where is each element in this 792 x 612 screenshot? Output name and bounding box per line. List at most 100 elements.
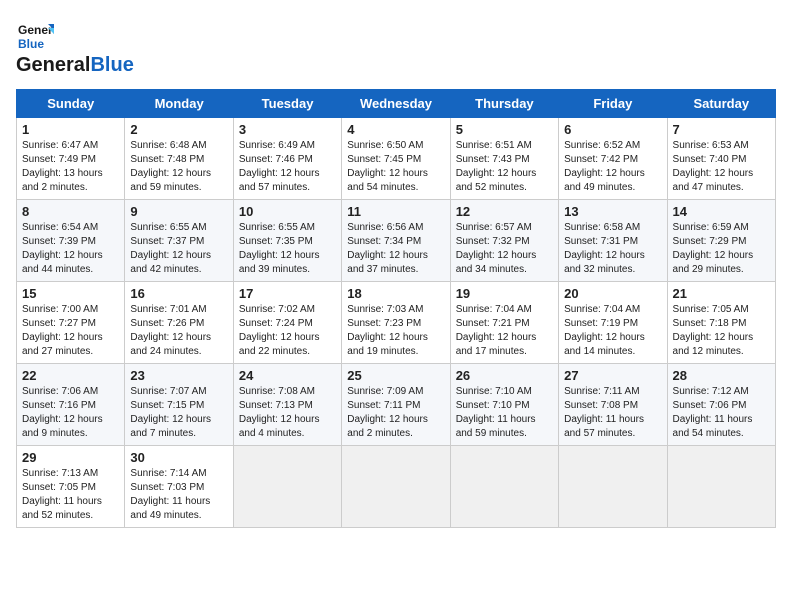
day-number: 29	[22, 450, 119, 465]
calendar-cell: 25Sunrise: 7:09 AMSunset: 7:11 PMDayligh…	[342, 364, 450, 446]
day-of-week-header: Monday	[125, 90, 233, 118]
day-of-week-header: Sunday	[17, 90, 125, 118]
cell-content: Sunrise: 7:05 AMSunset: 7:18 PMDaylight:…	[673, 303, 770, 359]
cell-content: Sunrise: 6:58 AMSunset: 7:31 PMDaylight:…	[564, 221, 661, 277]
cell-content: Sunrise: 6:55 AMSunset: 7:37 PMDaylight:…	[130, 221, 227, 277]
day-number: 26	[456, 368, 553, 383]
cell-content: Sunrise: 6:52 AMSunset: 7:42 PMDaylight:…	[564, 139, 661, 195]
calendar-cell	[667, 446, 775, 528]
day-number: 7	[673, 122, 770, 137]
calendar-cell: 1 Sunrise: 6:47 AMSunset: 7:49 PMDaylight…	[17, 118, 125, 200]
cell-content: Sunrise: 7:14 AMSunset: 7:03 PMDaylight:…	[130, 467, 227, 523]
cell-content: Sunrise: 7:01 AMSunset: 7:26 PMDaylight:…	[130, 303, 227, 359]
day-number: 25	[347, 368, 444, 383]
cell-content: Sunrise: 6:49 AMSunset: 7:46 PMDaylight:…	[239, 139, 336, 195]
day-number: 17	[239, 286, 336, 301]
calendar-cell: 12 Sunrise: 6:57 AMSunset: 7:32 PMDayligh…	[450, 200, 558, 282]
cell-content: Sunrise: 7:04 AMSunset: 7:19 PMDaylight:…	[564, 303, 661, 359]
day-number: 3	[239, 122, 336, 137]
calendar-cell: 20 Sunrise: 7:04 AMSunset: 7:19 PMDayligh…	[559, 282, 667, 364]
cell-content: Sunrise: 6:57 AMSunset: 7:32 PMDaylight:…	[456, 221, 553, 277]
calendar-cell: 28Sunrise: 7:12 AMSunset: 7:06 PMDayligh…	[667, 364, 775, 446]
calendar-cell	[233, 446, 341, 528]
logo: General Blue General Blue	[16, 16, 134, 77]
day-number: 9	[130, 204, 227, 219]
calendar-cell: 16 Sunrise: 7:01 AMSunset: 7:26 PMDayligh…	[125, 282, 233, 364]
cell-content: Sunrise: 7:00 AMSunset: 7:27 PMDaylight:…	[22, 303, 119, 359]
cell-content: Sunrise: 7:10 AMSunset: 7:10 PMDaylight:…	[456, 385, 553, 441]
day-of-week-header: Friday	[559, 90, 667, 118]
cell-content: Sunrise: 7:03 AMSunset: 7:23 PMDaylight:…	[347, 303, 444, 359]
calendar-cell: 15 Sunrise: 7:00 AMSunset: 7:27 PMDayligh…	[17, 282, 125, 364]
logo-icon: General Blue	[16, 16, 54, 54]
header: General Blue General Blue	[16, 16, 776, 77]
calendar-cell	[450, 446, 558, 528]
cell-content: Sunrise: 7:08 AMSunset: 7:13 PMDaylight:…	[239, 385, 336, 441]
cell-content: Sunrise: 6:55 AMSunset: 7:35 PMDaylight:…	[239, 221, 336, 277]
calendar-cell: 21 Sunrise: 7:05 AMSunset: 7:18 PMDayligh…	[667, 282, 775, 364]
day-number: 23	[130, 368, 227, 383]
day-number: 27	[564, 368, 661, 383]
calendar-cell: 26 Sunrise: 7:10 AMSunset: 7:10 PMDayligh…	[450, 364, 558, 446]
cell-content: Sunrise: 6:48 AMSunset: 7:48 PMDaylight:…	[130, 139, 227, 195]
day-number: 2	[130, 122, 227, 137]
cell-content: Sunrise: 6:47 AMSunset: 7:49 PMDaylight:…	[22, 139, 119, 195]
calendar-week-row: 22Sunrise: 7:06 AMSunset: 7:16 PMDayligh…	[17, 364, 776, 446]
cell-content: Sunrise: 6:51 AMSunset: 7:43 PMDaylight:…	[456, 139, 553, 195]
calendar-body: 1 Sunrise: 6:47 AMSunset: 7:49 PMDaylight…	[17, 118, 776, 528]
logo-blue: Blue	[90, 54, 133, 77]
day-number: 10	[239, 204, 336, 219]
calendar-cell: 22Sunrise: 7:06 AMSunset: 7:16 PMDayligh…	[17, 364, 125, 446]
calendar-table: SundayMondayTuesdayWednesdayThursdayFrid…	[16, 89, 776, 528]
day-number: 20	[564, 286, 661, 301]
day-number: 5	[456, 122, 553, 137]
calendar-week-row: 15 Sunrise: 7:00 AMSunset: 7:27 PMDayligh…	[17, 282, 776, 364]
calendar-cell: 4 Sunrise: 6:50 AMSunset: 7:45 PMDaylight…	[342, 118, 450, 200]
days-of-week-row: SundayMondayTuesdayWednesdayThursdayFrid…	[17, 90, 776, 118]
day-number: 12	[456, 204, 553, 219]
logo-general: General	[16, 54, 90, 77]
cell-content: Sunrise: 7:06 AMSunset: 7:16 PMDaylight:…	[22, 385, 119, 441]
day-number: 16	[130, 286, 227, 301]
day-number: 13	[564, 204, 661, 219]
cell-content: Sunrise: 6:53 AMSunset: 7:40 PMDaylight:…	[673, 139, 770, 195]
svg-text:General: General	[18, 23, 54, 37]
day-number: 28	[673, 368, 770, 383]
svg-text:Blue: Blue	[18, 37, 44, 51]
day-of-week-header: Saturday	[667, 90, 775, 118]
day-number: 4	[347, 122, 444, 137]
cell-content: Sunrise: 6:56 AMSunset: 7:34 PMDaylight:…	[347, 221, 444, 277]
day-number: 24	[239, 368, 336, 383]
calendar-cell: 9 Sunrise: 6:55 AMSunset: 7:37 PMDaylight…	[125, 200, 233, 282]
calendar-cell: 2 Sunrise: 6:48 AMSunset: 7:48 PMDaylight…	[125, 118, 233, 200]
day-of-week-header: Tuesday	[233, 90, 341, 118]
calendar-week-row: 1 Sunrise: 6:47 AMSunset: 7:49 PMDaylight…	[17, 118, 776, 200]
cell-content: Sunrise: 7:11 AMSunset: 7:08 PMDaylight:…	[564, 385, 661, 441]
calendar-cell	[342, 446, 450, 528]
day-number: 15	[22, 286, 119, 301]
calendar-cell: 13 Sunrise: 6:58 AMSunset: 7:31 PMDayligh…	[559, 200, 667, 282]
calendar-week-row: 8Sunrise: 6:54 AMSunset: 7:39 PMDaylight…	[17, 200, 776, 282]
day-number: 14	[673, 204, 770, 219]
calendar-cell: 5 Sunrise: 6:51 AMSunset: 7:43 PMDaylight…	[450, 118, 558, 200]
calendar-cell: 30Sunrise: 7:14 AMSunset: 7:03 PMDayligh…	[125, 446, 233, 528]
calendar-cell: 29 Sunrise: 7:13 AMSunset: 7:05 PMDayligh…	[17, 446, 125, 528]
day-number: 19	[456, 286, 553, 301]
day-number: 6	[564, 122, 661, 137]
calendar-cell: 6 Sunrise: 6:52 AMSunset: 7:42 PMDaylight…	[559, 118, 667, 200]
day-of-week-header: Wednesday	[342, 90, 450, 118]
calendar-cell: 14Sunrise: 6:59 AMSunset: 7:29 PMDayligh…	[667, 200, 775, 282]
cell-content: Sunrise: 7:13 AMSunset: 7:05 PMDaylight:…	[22, 467, 119, 523]
day-number: 21	[673, 286, 770, 301]
calendar-cell: 18 Sunrise: 7:03 AMSunset: 7:23 PMDayligh…	[342, 282, 450, 364]
day-number: 1	[22, 122, 119, 137]
calendar-cell: 27 Sunrise: 7:11 AMSunset: 7:08 PMDayligh…	[559, 364, 667, 446]
calendar-cell	[559, 446, 667, 528]
day-number: 8	[22, 204, 119, 219]
cell-content: Sunrise: 6:50 AMSunset: 7:45 PMDaylight:…	[347, 139, 444, 195]
calendar-cell: 8Sunrise: 6:54 AMSunset: 7:39 PMDaylight…	[17, 200, 125, 282]
day-number: 18	[347, 286, 444, 301]
calendar-cell: 19Sunrise: 7:04 AMSunset: 7:21 PMDayligh…	[450, 282, 558, 364]
calendar-cell: 7 Sunrise: 6:53 AMSunset: 7:40 PMDaylight…	[667, 118, 775, 200]
calendar-cell: 11Sunrise: 6:56 AMSunset: 7:34 PMDayligh…	[342, 200, 450, 282]
